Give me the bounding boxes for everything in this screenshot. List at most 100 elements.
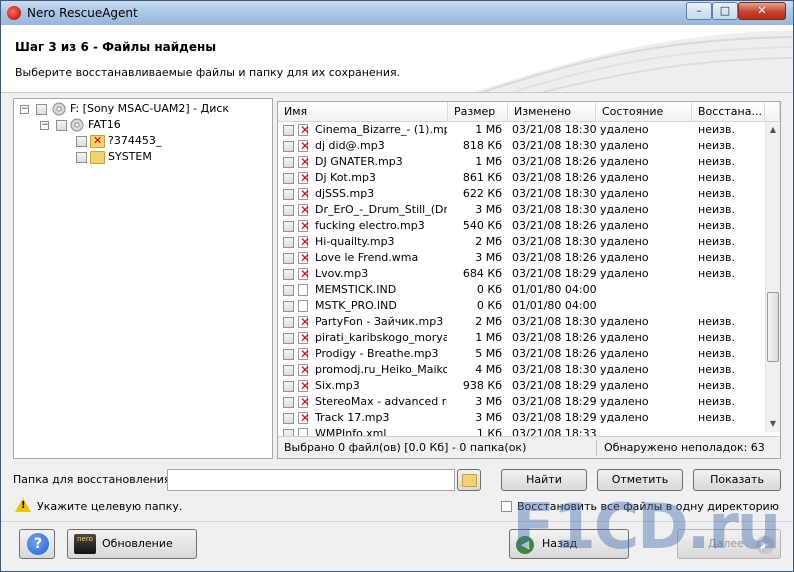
row-checkbox[interactable] <box>283 205 294 216</box>
browse-folder-button[interactable] <box>457 469 481 491</box>
table-row[interactable]: MSTK_PRO.IND 0 Кб 01/01/80 04:00 <box>278 298 765 314</box>
file-size: 2 Мб <box>475 235 502 248</box>
nero-app-icon <box>7 6 21 20</box>
table-row[interactable]: ✕ promodj.ru_Heiko_Maiko... 4 Мб 03/21/08 1… <box>278 362 765 378</box>
file-modified: 03/21/08 18:33 <box>512 427 596 436</box>
update-button[interactable]: nero Обновление <box>67 529 197 559</box>
title-bar[interactable]: Nero RescueAgent – □ ✕ <box>1 1 793 26</box>
recovery-folder-label: Папка для восстановления: <box>13 473 175 486</box>
file-recover: неизв. <box>698 363 735 376</box>
table-row[interactable]: WMPInfo.xml 1 Кб 03/21/08 18:33 <box>278 426 765 436</box>
file-state: удалено <box>600 363 649 376</box>
column-header-size[interactable]: Размер <box>448 102 508 122</box>
table-row[interactable]: ✕ Dr_ErO_-_Drum_Still_(Dr... 3 Мб 03/21/08 … <box>278 202 765 218</box>
tree-checkbox[interactable] <box>56 120 67 131</box>
row-checkbox[interactable] <box>283 429 294 436</box>
table-row[interactable]: ✕ Track 17.mp3 3 Мб 03/21/08 18:29 удалено не… <box>278 410 765 426</box>
file-state: удалено <box>600 219 649 232</box>
file-name: Dr_ErO_-_Drum_Still_(Dr... <box>315 203 447 216</box>
row-checkbox[interactable] <box>283 125 294 136</box>
file-size: 622 Кб <box>462 187 502 200</box>
table-row[interactable]: ✕ DJ GNATER.mp3 1 Мб 03/21/08 18:26 удалено н… <box>278 154 765 170</box>
row-checkbox[interactable] <box>283 269 294 280</box>
show-button[interactable]: Показать <box>693 469 781 491</box>
file-name: promodj.ru_Heiko_Maiko... <box>315 363 447 376</box>
file-name: StereoMax - advanced re... <box>315 395 447 408</box>
collapse-icon[interactable]: − <box>20 105 29 114</box>
row-checkbox[interactable] <box>283 365 294 376</box>
tree-checkbox[interactable] <box>76 136 87 147</box>
table-row[interactable]: ✕ fucking electro.mp3 540 Кб 03/21/08 18:26… <box>278 218 765 234</box>
file-name: MEMSTICK.IND <box>315 283 397 296</box>
file-list[interactable]: Имя Размер Изменено Состояние Восстана..… <box>277 101 781 459</box>
mark-button[interactable]: Отметить <box>597 469 683 491</box>
file-size: 1 Мб <box>475 331 502 344</box>
row-checkbox[interactable] <box>283 381 294 392</box>
close-button[interactable]: ✕ <box>738 2 786 20</box>
file-recover: неизв. <box>698 171 735 184</box>
table-row[interactable]: ✕ Hi-quailty.mp3 2 Мб 03/21/08 18:30 удалено… <box>278 234 765 250</box>
row-checkbox[interactable] <box>283 189 294 200</box>
file-size: 3 Мб <box>475 395 502 408</box>
tree-checkbox[interactable] <box>76 152 87 163</box>
row-checkbox[interactable] <box>283 301 294 312</box>
collapse-icon[interactable]: − <box>40 121 49 130</box>
file-name: Dj Kot.mp3 <box>315 171 376 184</box>
row-checkbox[interactable] <box>283 253 294 264</box>
row-checkbox[interactable] <box>283 173 294 184</box>
table-row[interactable]: ✕ StereoMax - advanced re... 3 Мб 03/21/08 … <box>278 394 765 410</box>
row-checkbox[interactable] <box>283 157 294 168</box>
single-directory-checkbox[interactable] <box>501 501 512 512</box>
table-row[interactable]: ✕ PartyFon - Зайчик.mp3 2 Мб 03/21/08 18:30… <box>278 314 765 330</box>
row-checkbox[interactable] <box>283 397 294 408</box>
table-row[interactable]: ✕ Cinema_Bizarre_- (1).mp3 1 Мб 03/21/08 18… <box>278 122 765 138</box>
column-header-state[interactable]: Состояние <box>596 102 692 122</box>
tree-node-folder-system[interactable]: SYSTEM <box>14 149 272 165</box>
help-button[interactable]: ? <box>19 529 55 559</box>
table-row[interactable]: MEMSTICK.IND 0 Кб 01/01/80 04:00 <box>278 282 765 298</box>
column-header-modified[interactable]: Изменено <box>508 102 596 122</box>
table-row[interactable]: ✕ Love le Frend.wma 3 Мб 03/21/08 18:26 удал… <box>278 250 765 266</box>
file-state: удалено <box>600 155 649 168</box>
folder-tree[interactable]: − F: [Sony MSAC-UAM2] - Диск − FAT16 ✕ ?… <box>13 98 273 459</box>
file-modified: 03/21/08 18:29 <box>512 267 596 280</box>
table-row[interactable]: ✕ Lvov.mp3 684 Кб 03/21/08 18:29 удалено неиз… <box>278 266 765 282</box>
recovery-folder-input[interactable] <box>167 469 455 491</box>
row-checkbox[interactable] <box>283 349 294 360</box>
file-size: 1 Мб <box>475 155 502 168</box>
scroll-up-icon[interactable]: ▲ <box>766 122 780 137</box>
row-checkbox[interactable] <box>283 221 294 232</box>
row-checkbox[interactable] <box>283 285 294 296</box>
file-state: удалено <box>600 171 649 184</box>
row-checkbox[interactable] <box>283 413 294 424</box>
scroll-down-icon[interactable]: ▼ <box>766 416 780 431</box>
file-modified: 03/21/08 18:26 <box>512 251 596 264</box>
file-modified: 03/21/08 18:26 <box>512 331 596 344</box>
table-row[interactable]: ✕ dj did@.mp3 818 Кб 03/21/08 18:30 удалено н… <box>278 138 765 154</box>
column-header-recover[interactable]: Восстана... <box>692 102 765 122</box>
table-row[interactable]: ✕ pirati_karibskogo_morya... 1 Мб 03/21/08 … <box>278 330 765 346</box>
row-checkbox[interactable] <box>283 237 294 248</box>
vertical-scrollbar[interactable]: ▲ ▼ <box>765 122 780 432</box>
table-row[interactable]: ✕ djSSS.mp3 622 Кб 03/21/08 18:30 удалено неи… <box>278 186 765 202</box>
column-header-name[interactable]: Имя <box>278 102 448 122</box>
row-checkbox[interactable] <box>283 333 294 344</box>
minimize-button[interactable]: – <box>686 2 712 20</box>
find-button[interactable]: Найти <box>501 469 587 491</box>
maximize-button[interactable]: □ <box>712 2 738 20</box>
file-size: 0 Кб <box>476 283 502 296</box>
row-checkbox[interactable] <box>283 317 294 328</box>
row-checkbox[interactable] <box>283 141 294 152</box>
tree-node-drive[interactable]: − F: [Sony MSAC-UAM2] - Диск <box>14 101 272 117</box>
table-row[interactable]: ✕ Prodigy - Breathe.mp3 5 Мб 03/21/08 18:26… <box>278 346 765 362</box>
file-name: WMPInfo.xml <box>315 427 387 436</box>
file-recover: неизв. <box>698 411 735 424</box>
file-icon <box>298 284 308 296</box>
table-row[interactable]: ✕ Six.mp3 938 Кб 03/21/08 18:29 удалено неизв… <box>278 378 765 394</box>
table-row[interactable]: ✕ Dj Kot.mp3 861 Кб 03/21/08 18:26 удалено не… <box>278 170 765 186</box>
tree-checkbox[interactable] <box>36 104 47 115</box>
tree-node-folder-deleted[interactable]: ✕ ?374453_ <box>14 133 272 149</box>
scrollbar-thumb[interactable] <box>767 292 779 362</box>
file-modified: 03/21/08 18:29 <box>512 379 596 392</box>
tree-node-partition[interactable]: − FAT16 <box>14 117 272 133</box>
